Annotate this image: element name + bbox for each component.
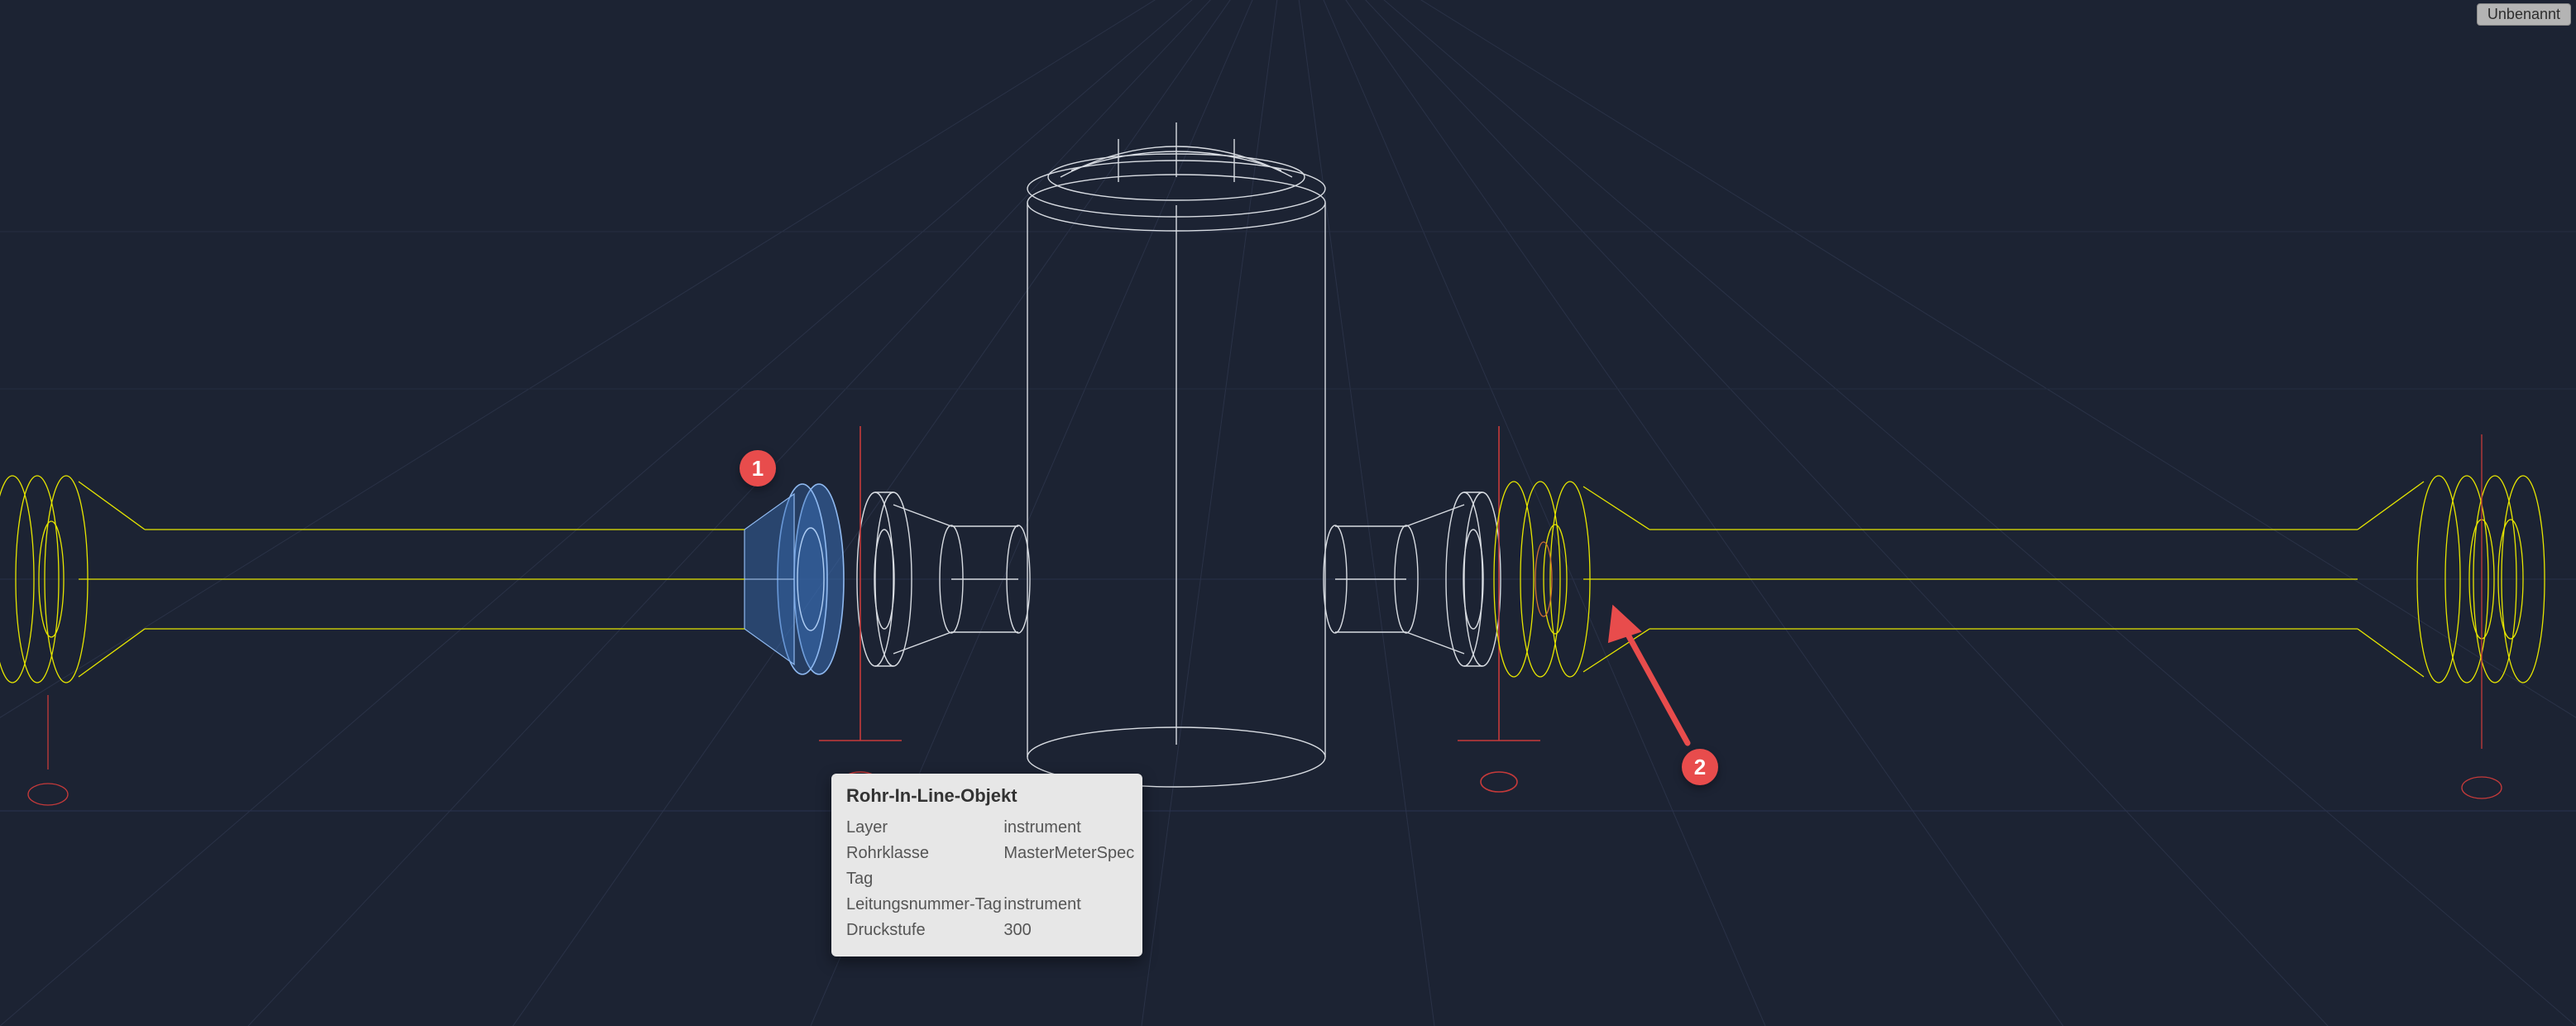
tooltip-row: Druckstufe 300 <box>846 918 1128 943</box>
callout-badge-1: 1 <box>740 450 776 487</box>
callout-badge-2: 2 <box>1682 749 1718 785</box>
viewport[interactable] <box>0 0 2576 1026</box>
tooltip-value: instrument <box>1003 895 1128 914</box>
tooltip-key: Tag <box>846 870 1003 889</box>
tab-unbenannt[interactable]: Unbenannt <box>2477 3 2571 26</box>
left-pipe[interactable] <box>0 476 745 805</box>
tooltip-row: Tag <box>846 866 1128 892</box>
tooltip-value: 300 <box>1003 921 1128 940</box>
tooltip-value: MasterMeterSpec <box>1003 844 1134 863</box>
callout-arrow-2 <box>1611 611 1688 743</box>
right-end-flange[interactable] <box>2358 434 2545 798</box>
grid-lines <box>0 0 2576 1026</box>
tooltip-row: Rohrklasse MasterMeterSpec <box>846 841 1128 866</box>
right-inner-pipe[interactable] <box>1494 482 2358 677</box>
tab-label: Unbenannt <box>2487 6 2560 22</box>
tooltip-value <box>1003 870 1128 889</box>
tooltip-row: Layer instrument <box>846 815 1128 841</box>
instrument-body[interactable] <box>819 122 1540 792</box>
tooltip-value: instrument <box>1003 818 1128 837</box>
tooltip-key: Rohrklasse <box>846 844 1003 863</box>
property-tooltip: Rohr-In-Line-Objekt Layer instrument Roh… <box>831 774 1142 956</box>
tooltip-key: Leitungsnummer-Tag <box>846 895 1003 914</box>
tooltip-key: Layer <box>846 818 1003 837</box>
tooltip-row: Leitungsnummer-Tag instrument <box>846 892 1128 918</box>
selected-gasket[interactable] <box>745 484 844 674</box>
tooltip-key: Druckstufe <box>846 921 1003 940</box>
tooltip-title: Rohr-In-Line-Objekt <box>846 785 1128 807</box>
